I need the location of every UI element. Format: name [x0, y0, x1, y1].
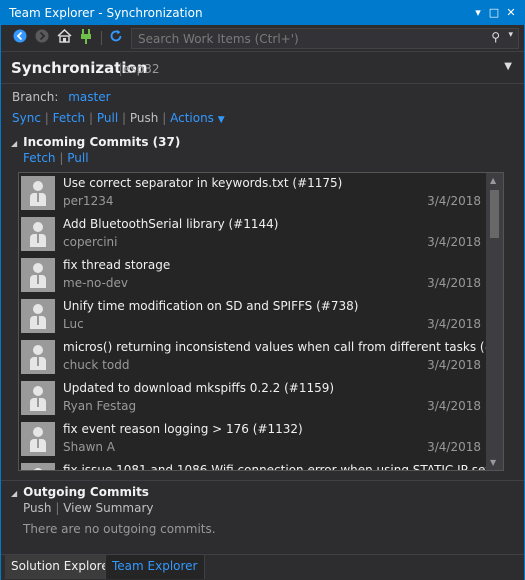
- view-summary-link[interactable]: View Summary: [63, 501, 153, 515]
- divider: |: [59, 151, 64, 165]
- title-bar: Team Explorer - Synchronization ▾ □ ✕: [1, 1, 524, 25]
- commit-row[interactable]: fix issue 1081 and 1086 Wifi connection …: [19, 460, 503, 470]
- outgoing-push-link[interactable]: Push: [23, 501, 52, 515]
- divider: |: [89, 111, 94, 125]
- outgoing-commits-header[interactable]: ◢ Outgoing Commits: [11, 485, 149, 499]
- commit-date: 3/4/2018: [427, 276, 481, 290]
- commit-row[interactable]: Add BluetoothSerial library (#1144) cope…: [19, 214, 485, 255]
- branch-label: Branch:: [12, 90, 59, 104]
- branch-row: Branch: master: [12, 90, 111, 104]
- collapse-triangle-icon[interactable]: ◢: [11, 489, 17, 498]
- no-outgoing-message: There are no outgoing commits.: [23, 522, 216, 536]
- commit-author: chuck todd: [63, 358, 130, 372]
- commit-row[interactable]: Unify time modification on SD and SPIFFS…: [19, 296, 485, 337]
- maximize-icon[interactable]: □: [486, 4, 502, 21]
- commit-author: copercini: [63, 235, 118, 249]
- scroll-up-icon[interactable]: ▲: [490, 176, 496, 185]
- incoming-commits-list[interactable]: Use correct separator in keywords.txt (#…: [18, 172, 504, 471]
- user-avatar-icon: [21, 381, 55, 415]
- commit-row[interactable]: fix thread storage me-no-dev 3/4/2018: [19, 255, 485, 296]
- back-arrow-icon[interactable]: [11, 29, 29, 47]
- commit-message: Add BluetoothSerial library (#1144): [63, 217, 279, 231]
- pull-link[interactable]: Pull: [97, 111, 118, 125]
- search-icon[interactable]: ⚲: [491, 30, 500, 44]
- divider: |: [122, 111, 127, 125]
- commit-date: 3/4/2018: [427, 317, 481, 331]
- commit-message: fix event reason logging > 176 (#1132): [63, 422, 303, 436]
- commit-author: Ryan Festag: [63, 399, 137, 413]
- window-title: Team Explorer - Synchronization: [9, 6, 203, 20]
- incoming-commits-title: Incoming Commits (37): [23, 135, 181, 149]
- commit-row[interactable]: micros() returning inconsistend values w…: [19, 337, 503, 378]
- commit-author: me-no-dev: [63, 276, 129, 290]
- commit-date: 3/4/2018: [427, 235, 481, 249]
- commit-message: micros() returning inconsistend values w…: [63, 340, 504, 354]
- commit-message: Use correct separator in keywords.txt (#…: [63, 176, 343, 190]
- push-link[interactable]: Push: [130, 111, 159, 125]
- tab-solution-explorer[interactable]: Solution Explorer: [5, 555, 120, 579]
- commit-author: Luc: [63, 317, 84, 331]
- search-input[interactable]: [136, 30, 480, 48]
- divider: |: [162, 111, 167, 125]
- team-explorer-window: Team Explorer - Synchronization ▾ □ ✕ ⚲ …: [0, 0, 525, 580]
- user-avatar-icon: [21, 340, 55, 374]
- divider: |: [44, 111, 49, 125]
- header-divider: [120, 63, 121, 76]
- header-rule: [1, 83, 524, 84]
- collapse-triangle-icon[interactable]: ◢: [11, 139, 17, 148]
- divider: |: [55, 501, 60, 515]
- outgoing-links: Push | View Summary: [23, 501, 153, 515]
- plug-icon[interactable]: [77, 29, 95, 47]
- tab-team-explorer[interactable]: Team Explorer: [105, 555, 205, 579]
- user-avatar-icon: [21, 258, 55, 292]
- close-icon[interactable]: ✕: [503, 4, 519, 21]
- page-menu-icon[interactable]: ▼: [504, 61, 512, 72]
- search-dropdown-icon[interactable]: ▾: [508, 30, 513, 40]
- incoming-fetch-link[interactable]: Fetch: [23, 151, 56, 165]
- commit-date: 3/4/2018: [427, 194, 481, 208]
- commit-date: 3/4/2018: [427, 440, 481, 454]
- commit-message: fix thread storage: [63, 258, 171, 272]
- sync-link[interactable]: Sync: [12, 111, 41, 125]
- commit-row[interactable]: Updated to download mkspiffs 0.2.2 (#115…: [19, 378, 485, 419]
- commit-date: 3/4/2018: [427, 358, 481, 372]
- commit-message: fix issue 1081 and 1086 Wifi connection …: [63, 463, 504, 471]
- commit-author: per1234: [63, 194, 114, 208]
- user-avatar-icon: [21, 463, 55, 470]
- commit-list-scrollbar[interactable]: ▲ ▼: [486, 173, 503, 470]
- actions-menu[interactable]: Actions: [170, 111, 214, 125]
- commit-date: 3/4/2018: [427, 399, 481, 413]
- refresh-icon[interactable]: [107, 29, 125, 47]
- actions-dropdown-icon[interactable]: ▼: [218, 115, 225, 125]
- incoming-pull-link[interactable]: Pull: [67, 151, 88, 165]
- section-rule: [1, 480, 524, 481]
- scrollbar-thumb[interactable]: [490, 190, 499, 238]
- user-avatar-icon: [21, 176, 55, 210]
- toolbar: ⚲ ▾: [1, 25, 524, 52]
- branch-link[interactable]: master: [68, 90, 110, 104]
- tool-window-tabs: Solution Explorer Team Explorer: [1, 554, 524, 580]
- commit-row[interactable]: Use correct separator in keywords.txt (#…: [19, 173, 485, 214]
- home-icon[interactable]: [55, 28, 73, 47]
- toolbar-divider: [101, 31, 102, 45]
- user-avatar-icon: [21, 299, 55, 333]
- outgoing-commits-title: Outgoing Commits: [23, 485, 149, 499]
- incoming-links: Fetch | Pull: [23, 151, 89, 165]
- search-box[interactable]: ⚲ ▾: [131, 28, 519, 49]
- user-avatar-icon: [21, 422, 55, 456]
- repo-name: esp32: [123, 62, 160, 76]
- commit-message: Updated to download mkspiffs 0.2.2 (#115…: [63, 381, 335, 395]
- commit-author: Shawn A: [63, 440, 116, 454]
- actions-row: Sync | Fetch | Pull | Push | Actions ▼: [12, 111, 225, 125]
- forward-arrow-icon[interactable]: [33, 29, 51, 47]
- commit-message: Unify time modification on SD and SPIFFS…: [63, 299, 359, 313]
- user-avatar-icon: [21, 217, 55, 251]
- commit-row[interactable]: fix event reason logging > 176 (#1132) S…: [19, 419, 485, 460]
- scroll-down-icon[interactable]: ▼: [490, 458, 496, 467]
- fetch-link[interactable]: Fetch: [53, 111, 86, 125]
- dropdown-icon[interactable]: ▾: [470, 4, 486, 21]
- incoming-commits-header[interactable]: ◢ Incoming Commits (37): [11, 135, 180, 149]
